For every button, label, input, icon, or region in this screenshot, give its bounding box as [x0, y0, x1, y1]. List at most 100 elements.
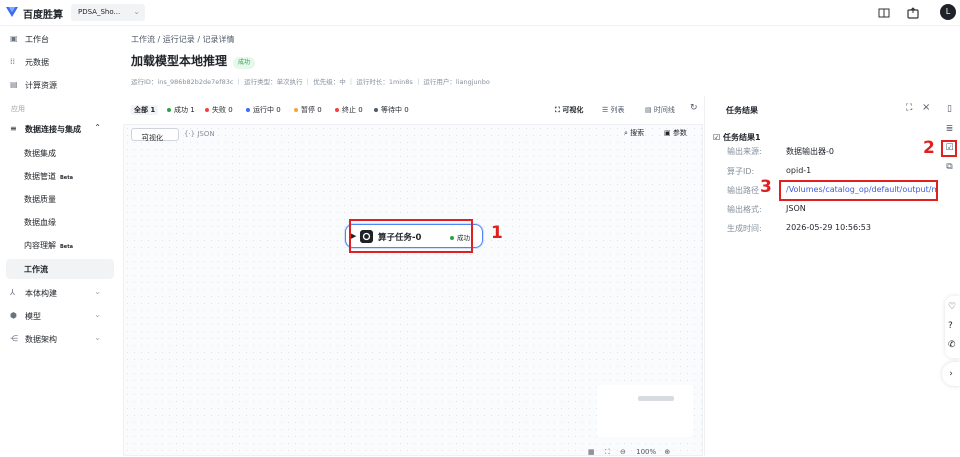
sidebar-item-label: 数据质量 — [24, 195, 56, 204]
sidebar-item-label: 工作台 — [25, 35, 49, 44]
field-key: 输出格式: — [727, 205, 762, 214]
tab-list[interactable]: ☰ 列表 — [602, 105, 625, 115]
workbench-icon: ▣ — [10, 34, 18, 43]
fullscreen-icon[interactable]: ⛶ — [605, 448, 610, 456]
filter-failed[interactable]: 失败 0 — [205, 105, 233, 115]
sidebar-item-data-integration[interactable]: 数据集成 — [6, 143, 114, 163]
export-icon[interactable] — [906, 6, 920, 20]
sidebar-item-label: 计算资源 — [25, 81, 57, 90]
refresh-icon[interactable]: ↻ — [690, 103, 698, 113]
sidebar-item-label: 数据血缘 — [24, 218, 56, 227]
database-icon: ≡ — [10, 124, 17, 133]
chevron-down-icon: ⌄ — [133, 7, 140, 16]
field-value: 数据输出器-0 — [786, 147, 834, 156]
sidebar-item-data-pipeline[interactable]: 数据管道 Beta — [6, 166, 114, 186]
button-label: 搜索 — [630, 129, 645, 137]
model-icon: ⬢ — [10, 311, 17, 320]
list-icon: ☰ — [602, 106, 611, 114]
chevron-down-icon: ⌄ — [94, 287, 101, 296]
sidebar-item-architecture[interactable]: ⋲ 数据架构 ⌄ — [6, 329, 114, 349]
annotation-number-2: 2 — [923, 138, 935, 158]
fit-icon[interactable]: ▦ — [588, 448, 595, 456]
sidebar-item-label: 数据连接与集成 — [25, 125, 81, 134]
document-icon[interactable]: ▯ — [944, 104, 955, 115]
field-key: 算子ID: — [727, 167, 755, 176]
view-tabs: ⛶ 可视化 ☰ 列表 ▤ 时间线 ↻ — [545, 103, 700, 119]
filter-running[interactable]: 运行中 0 — [246, 105, 281, 115]
minimap[interactable] — [597, 385, 693, 437]
sidebar-section-label: 应用 — [11, 105, 25, 113]
sidebar-item-label: 工作流 — [24, 265, 48, 274]
status-dot — [246, 108, 250, 112]
field-key: 输出来源: — [727, 147, 762, 156]
filter-label: 全部 1 — [134, 106, 156, 114]
help-icon[interactable]: ? — [948, 321, 953, 331]
sidebar-item-content-understanding[interactable]: 内容理解 Beta — [6, 235, 114, 255]
annotation-box-3 — [779, 180, 938, 201]
chevron-up-icon: ⌃ — [94, 123, 101, 132]
status-dot — [167, 108, 171, 112]
sidebar-item-label: 内容理解 — [24, 241, 56, 250]
filter-paused[interactable]: 暂停 0 — [294, 105, 322, 115]
workspace-name: PDSA_Sho... — [78, 8, 121, 16]
chevron-down-icon: ⌄ — [94, 333, 101, 342]
search-button[interactable]: ⌕ 搜索 — [624, 128, 644, 142]
minimap-viewport[interactable] — [638, 396, 674, 401]
zoom-in-icon[interactable]: ⊕ — [664, 448, 670, 456]
field-value: 2026-05-29 10:56:53 — [786, 223, 871, 232]
tab-visual[interactable]: ⛶ 可视化 — [555, 105, 583, 115]
tab-label: 时间线 — [653, 106, 675, 114]
page-title: 加载模型本地推理 — [131, 54, 228, 68]
zoom-out-icon[interactable]: ⊖ — [620, 448, 626, 456]
chevron-down-icon: ⌄ — [94, 310, 101, 319]
sidebar-item-data-quality[interactable]: 数据质量 — [6, 189, 114, 209]
book-icon[interactable] — [877, 6, 891, 20]
timeline-icon: ▤ — [645, 106, 654, 114]
result-title: ☑ 任务结果1 — [713, 132, 761, 143]
panel-title: 任务结果 — [726, 106, 758, 115]
zoom-level: 100% — [636, 448, 657, 456]
sidebar-item-metadata[interactable]: ⁞⁞ 元数据 — [6, 52, 114, 72]
database-icon[interactable]: ≣ — [944, 124, 955, 135]
button-label: 参数 — [672, 129, 687, 137]
sidebar-item-label: 本体构建 — [25, 289, 57, 298]
filter-waiting[interactable]: 等待中 0 — [374, 105, 409, 115]
params-button[interactable]: ▣ 参数 — [664, 128, 687, 142]
close-icon[interactable]: × — [922, 102, 930, 113]
status-dot — [374, 108, 378, 112]
compute-icon: ▤ — [10, 80, 18, 89]
expand-icon[interactable]: ⛶ — [906, 103, 912, 113]
filter-success[interactable]: 成功 1 — [167, 105, 195, 115]
workspace-select[interactable]: PDSA_Sho... ⌄ — [71, 4, 145, 21]
canvas-tab-json[interactable]: {·} JSON — [184, 130, 215, 138]
field-key: 生成时间: — [727, 224, 762, 233]
sidebar-item-workbench[interactable]: ▣ 工作台 — [6, 29, 114, 49]
sidebar-item-label: 模型 — [25, 312, 41, 321]
copy-icon[interactable]: ⧉ — [944, 162, 955, 173]
sidebar-item-ontology[interactable]: ⅄ 本体构建 ⌄ — [6, 283, 114, 303]
logo-text: 百度胜算 — [23, 10, 63, 21]
chevron-right-icon[interactable]: › — [942, 362, 960, 386]
filter-terminated[interactable]: 终止 0 — [335, 105, 363, 115]
status-dot — [205, 108, 209, 112]
sidebar-item-workflow[interactable]: 工作流 — [6, 259, 114, 279]
metadata-icon: ⁞⁞ — [10, 57, 16, 66]
sidebar-item-compute[interactable]: ▤ 计算资源 — [6, 75, 114, 95]
sidebar-item-data-lineage[interactable]: 数据血缘 — [6, 212, 114, 232]
annotation-number-3: 3 — [760, 177, 772, 197]
field-key: 输出路径 — [727, 186, 759, 195]
heart-icon[interactable]: ♡ — [948, 302, 956, 312]
sidebar-item-model[interactable]: ⬢ 模型 ⌄ — [6, 306, 114, 326]
status-dot — [335, 108, 339, 112]
avatar[interactable]: L — [940, 4, 956, 20]
beta-badge: Beta — [60, 244, 73, 250]
filter-label: 等待中 0 — [381, 106, 409, 114]
status-dot — [294, 108, 298, 112]
filter-all[interactable]: 全部 1 — [131, 105, 159, 115]
annotation-number-1: 1 — [491, 223, 503, 243]
sidebar-group-data-integration[interactable]: ≡ 数据连接与集成 ⌃ — [6, 119, 114, 139]
tab-timeline[interactable]: ▤ 时间线 — [645, 105, 675, 115]
canvas-tab-visual[interactable]: ⛶ 可视化 — [131, 128, 179, 142]
breadcrumb[interactable]: 工作流 / 运行记录 / 记录详情 — [131, 34, 235, 45]
phone-icon[interactable]: ✆ — [948, 340, 956, 350]
